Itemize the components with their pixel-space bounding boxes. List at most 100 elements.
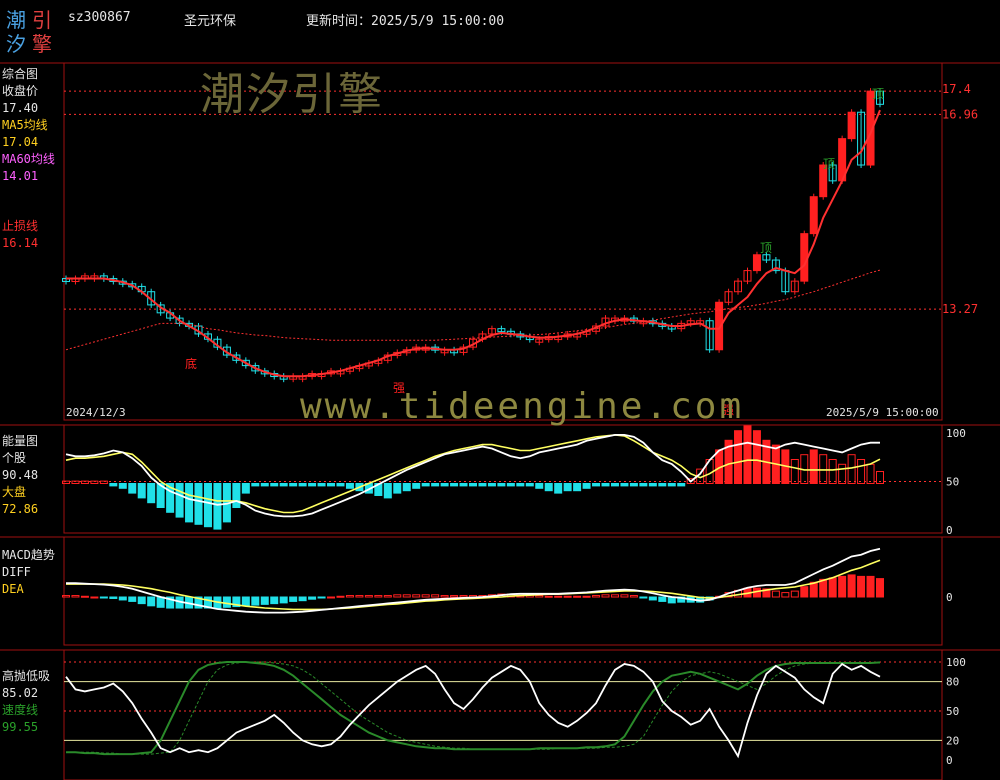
market-label: 大盘	[2, 485, 27, 499]
stock-code: sz300867	[68, 10, 131, 25]
macd-bar	[610, 594, 619, 598]
energy-bar	[469, 483, 477, 487]
macd-bar	[866, 575, 875, 598]
macd-bar	[308, 596, 317, 600]
diff-line	[66, 547, 881, 614]
energy-bar	[232, 483, 241, 508]
macd-bar	[639, 596, 648, 599]
ma5-value: 17.04	[2, 135, 39, 149]
energy-bar	[421, 483, 430, 487]
energy-bar	[743, 425, 752, 484]
energy-bar	[478, 483, 487, 487]
ma60-value: 14.01	[2, 169, 39, 183]
energy-bar	[610, 483, 619, 487]
energy-bar	[440, 483, 449, 487]
energy-bar	[450, 483, 459, 487]
macd-bar	[809, 581, 818, 598]
stop-value: 16.14	[2, 236, 39, 250]
energy-bar	[592, 483, 601, 487]
macd-bar	[260, 596, 269, 605]
top-marker: 顶	[872, 87, 884, 101]
energy-bar	[412, 483, 421, 489]
high-low-line	[65, 662, 881, 759]
energy-bar	[118, 483, 127, 489]
speed-value: 99.55	[2, 720, 39, 734]
macd-bar	[828, 577, 837, 598]
macd-bar	[819, 578, 828, 598]
energy-bar	[279, 483, 288, 487]
energy-bar	[677, 483, 686, 487]
stop-label: 止损线	[2, 219, 39, 233]
macd-bar	[431, 594, 440, 598]
stock-value: 90.48	[2, 468, 39, 482]
market-value: 72.86	[2, 502, 39, 516]
macd-bar	[241, 596, 250, 607]
dea-label: DEA	[2, 582, 24, 596]
diff-label: DIFF	[2, 565, 31, 579]
energy-bar	[838, 463, 847, 484]
energy-bar	[582, 483, 591, 489]
macd-bar	[554, 595, 563, 598]
energy-bar	[525, 483, 534, 487]
macd-chart-panel	[62, 547, 884, 614]
macd-bar	[838, 575, 847, 598]
energy-bar	[506, 483, 515, 487]
macd-bar	[421, 594, 430, 598]
price-axis-label: 13.27	[942, 302, 978, 316]
energy-bar	[90, 480, 99, 485]
macd-bar	[563, 595, 572, 598]
macd-bar	[629, 595, 638, 598]
energy-bar	[109, 483, 118, 487]
macd-bar	[847, 574, 856, 598]
macd-bar	[279, 596, 288, 604]
macd-bar	[222, 596, 231, 608]
macd-bar	[393, 594, 402, 598]
energy-bar	[298, 483, 307, 487]
energy-bar	[790, 459, 799, 484]
stock-name: 圣元环保	[184, 14, 237, 29]
energy-bar	[620, 483, 629, 487]
energy-bar	[327, 483, 336, 487]
macd-bar	[573, 595, 582, 598]
macd-bar	[327, 596, 336, 599]
energy-bar	[194, 483, 203, 525]
energy-bar	[345, 483, 354, 489]
axis-tick-label: 100	[946, 656, 966, 669]
panel-frame	[63, 649, 943, 780]
macd-bar	[99, 596, 108, 599]
candle	[752, 254, 761, 272]
energy-bar	[260, 483, 269, 487]
watermark-url: www.tideengine.com	[300, 386, 745, 427]
energy-bar	[185, 483, 194, 523]
logo-char-3: 汐	[6, 32, 26, 56]
macd-bar	[118, 596, 127, 601]
energy-bar	[317, 483, 326, 487]
speed-label: 速度线	[2, 703, 39, 717]
price-axis-label: 16.96	[942, 107, 978, 121]
axis-tick-label: 0	[946, 591, 953, 604]
macd-bar	[544, 595, 553, 598]
panel1-title: 综合图	[2, 67, 39, 81]
macd-bar	[156, 596, 165, 608]
energy-bar	[639, 483, 648, 487]
ma60-label: MA60均线	[2, 152, 55, 166]
macd-bar	[857, 575, 866, 598]
energy-bar	[270, 483, 279, 487]
macd-bar	[402, 594, 411, 598]
macd-bar	[459, 595, 468, 598]
macd-bar	[771, 590, 780, 598]
energy-bar	[251, 483, 260, 487]
energy-bar	[648, 483, 657, 487]
update-time-label: 更新时间：	[306, 14, 372, 29]
macd-bar	[345, 595, 354, 598]
macd-bar	[289, 596, 298, 602]
energy-bar	[601, 483, 610, 487]
energy-bar	[544, 483, 553, 492]
top-marker: 顶	[823, 157, 835, 171]
energy-chart-panel	[62, 425, 942, 530]
axis-tick-label: 0	[946, 524, 953, 537]
axis-tick-label: 20	[946, 734, 959, 747]
macd-bar	[270, 596, 279, 605]
axis-tick-label: 100	[946, 427, 966, 440]
macd-bar	[658, 596, 667, 602]
